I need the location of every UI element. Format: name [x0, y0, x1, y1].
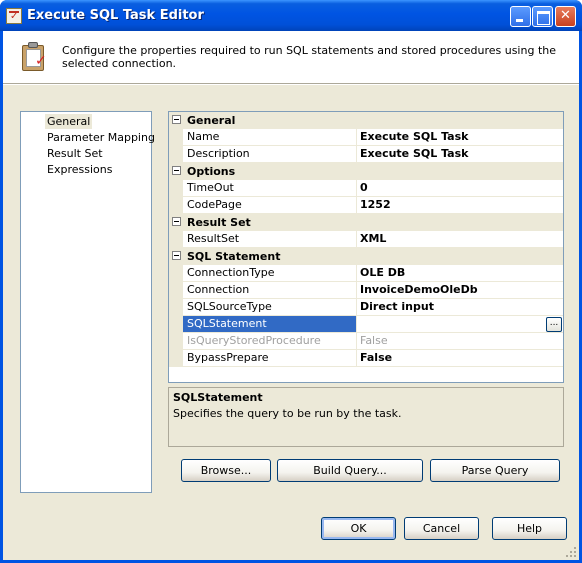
property-value[interactable]: False: [357, 350, 563, 367]
description-text: Specifies the query to be run by the tas…: [173, 407, 402, 420]
nav-item-general[interactable]: General: [45, 114, 93, 129]
property-row-sqlstatement[interactable]: SQLStatement ...: [169, 316, 563, 333]
property-row-codepage[interactable]: CodePage 1252: [169, 197, 563, 214]
category-label: Result Set: [187, 216, 251, 229]
title-bar[interactable]: Execute SQL Task Editor: [0, 0, 582, 31]
help-button[interactable]: Help: [492, 517, 567, 540]
property-value[interactable]: Execute SQL Task: [357, 146, 563, 163]
clipboard-check-icon: ✓: [20, 41, 50, 73]
property-name: Name: [183, 129, 357, 146]
property-row-resultset[interactable]: ResultSet XML: [169, 231, 563, 248]
category-general[interactable]: General: [169, 112, 563, 129]
property-value[interactable]: Direct input: [357, 299, 563, 316]
nav-item-expressions[interactable]: Expressions: [45, 162, 114, 177]
collapse-icon[interactable]: [172, 217, 181, 226]
property-name: SQLStatement: [183, 316, 357, 333]
property-name: CodePage: [183, 197, 357, 214]
category-label: Options: [187, 165, 236, 178]
property-value[interactable]: OLE DB: [357, 265, 563, 282]
property-grid[interactable]: General Name Execute SQL Task Descriptio…: [168, 111, 564, 383]
cancel-button[interactable]: Cancel: [404, 517, 479, 540]
property-row-isquerystoredprocedure[interactable]: IsQueryStoredProcedure False: [169, 333, 563, 350]
property-row-name[interactable]: Name Execute SQL Task: [169, 129, 563, 146]
property-row-sqlsourcetype[interactable]: SQLSourceType Direct input: [169, 299, 563, 316]
property-name: IsQueryStoredProcedure: [183, 333, 357, 350]
property-row-connectiontype[interactable]: ConnectionType OLE DB: [169, 265, 563, 282]
property-row-connection[interactable]: Connection InvoiceDemoOleDb: [169, 282, 563, 299]
header-panel: ✓ Configure the properties required to r…: [3, 31, 579, 83]
dialog-window: Execute SQL Task Editor ✓ Configure the …: [0, 0, 582, 563]
dialog-client: ✓ Configure the properties required to r…: [3, 31, 579, 560]
property-value[interactable]: 0: [357, 180, 563, 197]
property-value: False: [357, 333, 563, 350]
property-description-panel: SQLStatement Specifies the query to be r…: [168, 387, 564, 447]
ellipsis-button[interactable]: ...: [546, 317, 562, 332]
category-options[interactable]: Options: [169, 163, 563, 180]
property-value[interactable]: [357, 316, 563, 333]
header-description: Configure the properties required to run…: [62, 44, 556, 70]
property-value[interactable]: 1252: [357, 197, 563, 214]
collapse-icon[interactable]: [172, 115, 181, 124]
minimize-button[interactable]: [510, 6, 531, 27]
category-result-set[interactable]: Result Set: [169, 214, 563, 231]
property-name: ConnectionType: [183, 265, 357, 282]
property-value[interactable]: XML: [357, 231, 563, 248]
property-name: BypassPrepare: [183, 350, 357, 367]
property-name: Connection: [183, 282, 357, 299]
property-name: ResultSet: [183, 231, 357, 248]
nav-item-result-set[interactable]: Result Set: [45, 146, 105, 161]
ok-button[interactable]: OK: [321, 517, 396, 540]
header-divider: [3, 83, 579, 85]
property-value[interactable]: InvoiceDemoOleDb: [357, 282, 563, 299]
maximize-button[interactable]: [532, 6, 553, 27]
category-label: SQL Statement: [187, 250, 281, 263]
close-button[interactable]: [555, 6, 576, 27]
page-list[interactable]: General Parameter Mapping Result Set Exp…: [20, 111, 155, 493]
property-row-description[interactable]: Description Execute SQL Task: [169, 146, 563, 163]
browse-button[interactable]: Browse...: [181, 459, 271, 482]
description-title: SQLStatement: [173, 391, 263, 404]
property-name: Description: [183, 146, 357, 163]
nav-item-parameter-mapping[interactable]: Parameter Mapping: [45, 130, 157, 145]
collapse-icon[interactable]: [172, 166, 181, 175]
task-editor-icon: [6, 8, 22, 24]
property-name: SQLSourceType: [183, 299, 357, 316]
property-name: TimeOut: [183, 180, 357, 197]
parse-query-button[interactable]: Parse Query: [430, 459, 560, 482]
category-sql-statement[interactable]: SQL Statement: [169, 248, 563, 265]
build-query-button[interactable]: Build Query...: [277, 459, 423, 482]
collapse-icon[interactable]: [172, 251, 181, 260]
resize-grip-icon[interactable]: [565, 546, 577, 558]
property-value[interactable]: Execute SQL Task: [357, 129, 563, 146]
category-label: General: [187, 114, 236, 127]
property-row-timeout[interactable]: TimeOut 0: [169, 180, 563, 197]
window-title: Execute SQL Task Editor: [27, 8, 204, 23]
property-row-bypassprepare[interactable]: BypassPrepare False: [169, 350, 563, 367]
